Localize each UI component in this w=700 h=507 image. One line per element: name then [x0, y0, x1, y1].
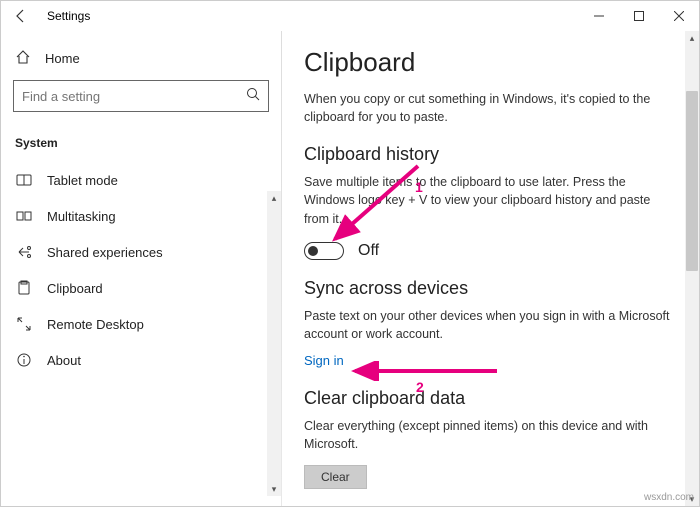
back-button[interactable]	[1, 1, 41, 31]
arrow-left-icon	[13, 8, 29, 24]
clear-button[interactable]: Clear	[304, 465, 367, 489]
clipboard-icon	[15, 280, 33, 296]
shared-icon	[15, 244, 33, 260]
category-label: System	[9, 130, 273, 156]
history-heading: Clipboard history	[304, 144, 677, 165]
watermark: wsxdn.com	[644, 492, 694, 503]
minimize-button[interactable]	[579, 1, 619, 31]
history-toggle-row: Off	[304, 242, 677, 260]
nav-label: Clipboard	[47, 281, 103, 296]
maximize-button[interactable]	[619, 1, 659, 31]
search-input[interactable]	[22, 89, 246, 104]
content-scrollbar[interactable]: ▴ ▾	[685, 31, 699, 506]
settings-window: Settings Home	[0, 0, 700, 507]
history-desc: Save multiple items to the clipboard to …	[304, 173, 677, 227]
nav-clipboard[interactable]: Clipboard	[9, 270, 273, 306]
tablet-icon	[15, 172, 33, 188]
page-heading: Clipboard	[304, 47, 677, 78]
scroll-up-icon[interactable]: ▴	[690, 31, 695, 45]
sidebar-scrollbar[interactable]: ▴ ▾	[267, 191, 281, 496]
history-toggle[interactable]	[304, 242, 344, 260]
clear-desc: Clear everything (except pinned items) o…	[304, 417, 677, 453]
home-label: Home	[45, 51, 80, 66]
nav-shared-experiences[interactable]: Shared experiences	[9, 234, 273, 270]
sign-in-link[interactable]: Sign in	[304, 353, 344, 368]
sync-desc: Paste text on your other devices when yo…	[304, 307, 677, 343]
nav-label: Multitasking	[47, 209, 116, 224]
window-title: Settings	[41, 9, 90, 23]
close-icon	[674, 11, 684, 21]
nav-label: Shared experiences	[47, 245, 163, 260]
home-nav[interactable]: Home	[9, 41, 273, 80]
multitasking-icon	[15, 208, 33, 224]
sidebar: Home System Tablet mode Multitasking	[1, 31, 281, 506]
nav-about[interactable]: About	[9, 342, 273, 378]
close-button[interactable]	[659, 1, 699, 31]
about-icon	[15, 352, 33, 368]
content-scroll-thumb[interactable]	[686, 91, 698, 271]
history-toggle-label: Off	[358, 242, 379, 260]
nav-label: Tablet mode	[47, 173, 118, 188]
toggle-knob	[308, 246, 318, 256]
search-box[interactable]	[13, 80, 269, 112]
search-icon	[246, 87, 260, 106]
nav-multitasking[interactable]: Multitasking	[9, 198, 273, 234]
window-controls	[579, 1, 699, 31]
nav-list: Tablet mode Multitasking Shared experien…	[9, 162, 273, 378]
scroll-down-icon[interactable]: ▾	[272, 482, 277, 496]
intro-text: When you copy or cut something in Window…	[304, 90, 677, 126]
content-pane: Clipboard When you copy or cut something…	[282, 31, 699, 506]
nav-tablet-mode[interactable]: Tablet mode	[9, 162, 273, 198]
titlebar: Settings	[1, 1, 699, 31]
window-body: Home System Tablet mode Multitasking	[1, 31, 699, 506]
sync-heading: Sync across devices	[304, 278, 677, 299]
remote-icon	[15, 316, 33, 332]
maximize-icon	[634, 11, 644, 21]
home-icon	[15, 49, 31, 68]
nav-label: About	[47, 353, 81, 368]
clear-heading: Clear clipboard data	[304, 388, 677, 409]
nav-remote-desktop[interactable]: Remote Desktop	[9, 306, 273, 342]
nav-label: Remote Desktop	[47, 317, 144, 332]
scroll-up-icon[interactable]: ▴	[272, 191, 277, 205]
minimize-icon	[594, 11, 604, 21]
